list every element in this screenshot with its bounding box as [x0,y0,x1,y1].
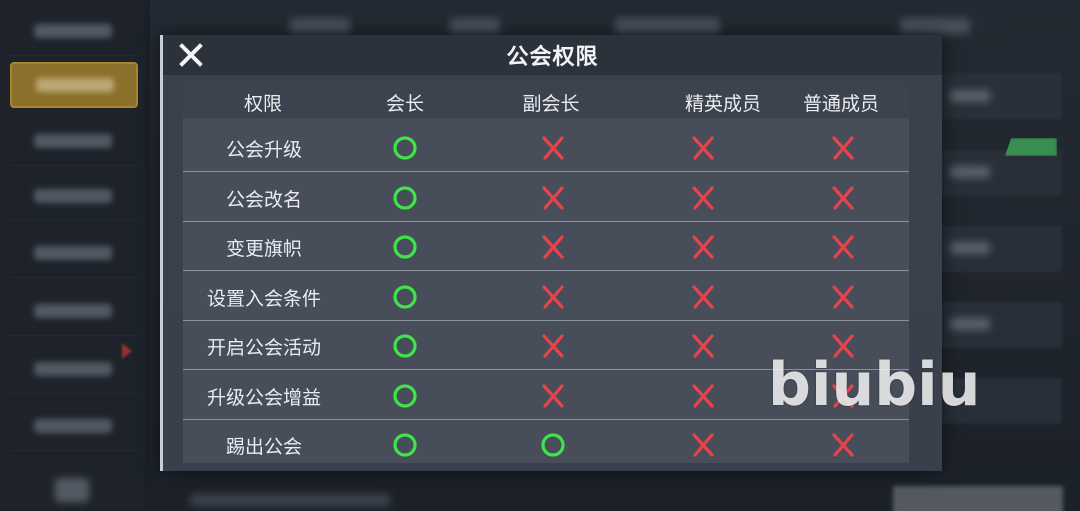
blurred-sidebar-item-active [10,62,138,108]
blurred-sidebar-item [10,290,138,336]
blurred-sidebar-item [10,175,138,221]
green-circle-icon [393,383,417,408]
red-cross-icon [542,235,564,259]
green-circle-icon [393,136,417,160]
permission-label: 变更旗帜 [225,238,302,260]
green-circle-icon [541,433,565,457]
permission-label: 公会改名 [225,188,302,211]
red-cross-icon [692,235,714,259]
green-circle-icon [393,235,417,259]
red-cross-icon [832,284,854,309]
table-row: 公会改名 [183,173,909,222]
watermark-logo: biubiu [768,350,981,420]
column-header-vice-leader: 副会长 [522,93,580,115]
blurred-text [290,18,350,34]
red-cross-icon [832,185,854,210]
blurred-sidebar-item [10,405,138,451]
red-cross-icon [692,433,714,457]
blurred-bottom-button [893,486,1063,511]
blurred-red-arrow-icon [122,343,132,359]
column-header-regular-member: 普通成员 [802,93,879,115]
blurred-sidebar-item [10,232,138,278]
permission-label: 升级公会增益 [206,386,321,409]
permission-label: 公会升级 [225,139,302,161]
green-circle-icon [393,284,417,309]
red-cross-icon [542,334,564,358]
green-circle-icon [393,433,417,457]
blurred-text [950,318,990,330]
column-header-elite-member: 精英成员 [684,93,761,115]
red-cross-icon [692,334,714,358]
red-cross-icon [692,136,714,160]
dialog-header: 公会权限 [163,35,942,75]
table-row: 设置入会条件 [183,272,909,321]
green-circle-icon [393,185,417,210]
red-cross-icon [542,383,564,408]
column-header-permission: 权限 [243,93,282,115]
blurred-text [450,18,500,34]
blurred-sidebar-item [10,348,138,394]
permission-label: 开启公会活动 [206,337,321,359]
permission-label: 踢出公会 [225,436,302,458]
blurred-text [900,18,970,34]
table-header: 权限 会长 副会长 精英成员 普通成员 [183,82,909,118]
red-cross-icon [692,284,714,309]
blurred-text [950,166,990,178]
column-header-leader: 会长 [385,93,424,115]
blurred-bottom-icon [55,478,89,502]
red-cross-icon [832,136,854,160]
blurred-sidebar-item [10,120,138,166]
red-cross-icon [832,235,854,259]
table-row: 踢出公会 [183,420,909,469]
red-cross-icon [542,284,564,309]
table-row: 公会升级 [183,123,909,172]
table-row: 变更旗帜 [183,222,909,271]
blurred-text [615,18,720,34]
red-cross-icon [692,185,714,210]
red-cross-icon [542,185,564,210]
blurred-text [950,242,990,254]
blurred-text [190,494,390,506]
dialog-title: 公会权限 [506,45,599,70]
green-circle-icon [393,334,417,358]
red-cross-icon [542,136,564,160]
permission-label: 设置入会条件 [206,287,321,310]
red-cross-icon [832,433,854,457]
blurred-green-tag [1005,138,1057,156]
blurred-sidebar-item [10,10,138,56]
blurred-text [950,90,990,102]
red-cross-icon [692,383,714,408]
